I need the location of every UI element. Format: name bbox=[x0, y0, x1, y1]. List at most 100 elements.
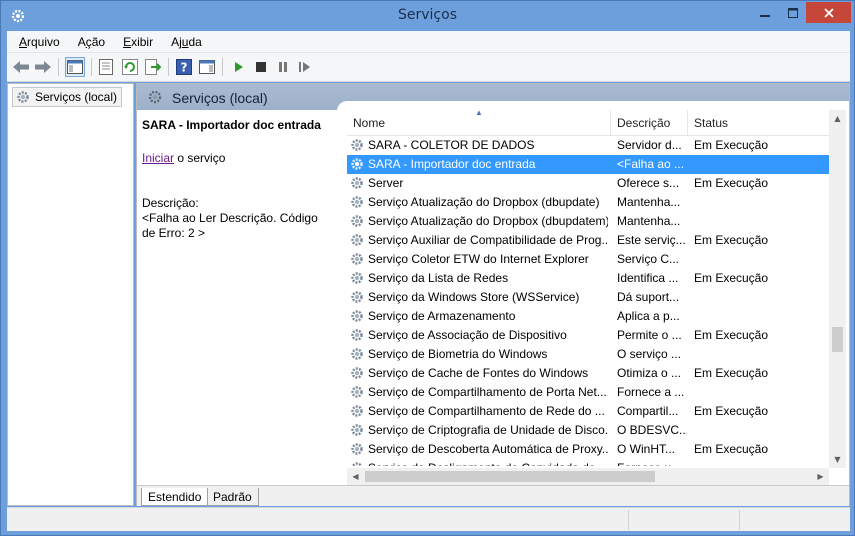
column-header-description[interactable]: Descrição bbox=[611, 110, 688, 136]
restart-service-button[interactable] bbox=[295, 57, 315, 77]
vertical-scroll-thumb[interactable] bbox=[832, 327, 843, 352]
play-icon bbox=[235, 62, 243, 72]
table-row[interactable]: Serviço Atualização do Dropbox (dbupdate… bbox=[347, 193, 830, 212]
menu-label: A bbox=[77, 34, 86, 49]
table-row[interactable]: Serviço de Armazenamento Aplica a p... bbox=[347, 307, 830, 326]
service-gear-icon bbox=[350, 461, 364, 466]
description-text: <Falha ao Ler Descrição. Código de Erro:… bbox=[142, 211, 318, 240]
services-gear-icon bbox=[147, 89, 163, 108]
back-button[interactable] bbox=[11, 57, 31, 77]
services-gear-icon bbox=[16, 90, 30, 107]
start-service-link[interactable]: Iniciar bbox=[142, 151, 174, 165]
service-gear-icon bbox=[350, 252, 364, 269]
minimize-icon bbox=[760, 14, 770, 17]
horizontal-scroll-thumb[interactable] bbox=[365, 471, 655, 482]
stop-icon bbox=[256, 62, 266, 72]
forward-icon bbox=[35, 61, 51, 73]
service-status-cell: Em Execução bbox=[694, 138, 769, 152]
service-gear-icon bbox=[350, 423, 364, 440]
service-gear-icon bbox=[350, 309, 364, 326]
service-description-cell: Aplica a p... bbox=[617, 309, 680, 323]
service-name-cell: Serviço de Armazenamento bbox=[368, 309, 516, 323]
status-divider bbox=[739, 510, 740, 530]
menu-arquivo[interactable]: Arquivo bbox=[13, 35, 66, 49]
help-button[interactable]: ? bbox=[174, 57, 194, 77]
export-list-button[interactable] bbox=[143, 57, 163, 77]
properties-button[interactable] bbox=[96, 57, 116, 77]
service-gear-icon bbox=[350, 176, 364, 193]
table-row[interactable]: Serviço Atualização do Dropbox (dbupdate… bbox=[347, 212, 830, 231]
scroll-left-arrow-icon[interactable]: ◀ bbox=[347, 468, 364, 485]
table-row[interactable]: Serviço Coletor ETW do Internet Explorer… bbox=[347, 250, 830, 269]
toolbar-separator bbox=[168, 58, 169, 76]
scroll-right-arrow-icon[interactable]: ▶ bbox=[812, 468, 829, 485]
tab-extended[interactable]: Estendido bbox=[141, 488, 209, 506]
properties-icon bbox=[99, 59, 113, 75]
show-action-pane-button[interactable] bbox=[197, 57, 217, 77]
column-header-name[interactable]: ▲ Nome bbox=[347, 108, 611, 136]
help-icon: ? bbox=[176, 59, 192, 75]
forward-button[interactable] bbox=[33, 57, 53, 77]
toolbar-separator bbox=[91, 58, 92, 76]
service-gear-icon bbox=[350, 442, 364, 459]
menu-exibir[interactable]: Exibir bbox=[117, 35, 159, 49]
tab-label: Padrão bbox=[213, 489, 252, 504]
table-row[interactable]: Serviço de Compartilhamento de Porta Net… bbox=[347, 383, 830, 402]
service-status-cell: Em Execução bbox=[694, 233, 769, 247]
pause-service-button[interactable] bbox=[273, 57, 293, 77]
service-gear-icon bbox=[350, 385, 364, 402]
minimize-button[interactable] bbox=[751, 2, 779, 23]
table-row[interactable]: Serviço da Lista de Redes Identifica ... E… bbox=[347, 269, 830, 288]
table-row[interactable]: SARA - COLETOR DE DADOS Servidor d... Em E… bbox=[347, 136, 830, 155]
table-row[interactable]: Server Oferece s... Em Execução bbox=[347, 174, 830, 193]
table-row[interactable]: SARA - Importador doc entrada <Falha ao .… bbox=[347, 155, 830, 174]
action-pane-icon bbox=[199, 60, 215, 74]
services-rows: SARA - COLETOR DE DADOS Servidor d... Em E… bbox=[347, 136, 830, 466]
service-status-cell: Em Execução bbox=[694, 176, 769, 190]
title-bar[interactable]: Serviços bbox=[1, 1, 854, 31]
menu-ajuda[interactable]: Ajuda bbox=[165, 35, 208, 49]
menu-label: ão bbox=[91, 34, 106, 49]
table-row[interactable]: Serviço de Criptografia de Unidade de Di… bbox=[347, 421, 830, 440]
refresh-button[interactable] bbox=[120, 57, 140, 77]
service-gear-icon bbox=[350, 366, 364, 383]
show-hide-console-tree-button[interactable] bbox=[65, 57, 85, 77]
service-status-cell: Em Execução bbox=[694, 404, 769, 418]
restart-icon bbox=[299, 62, 310, 72]
scroll-up-arrow-icon[interactable]: ▲ bbox=[829, 110, 846, 127]
tree-item-services-local[interactable]: Serviços (local) bbox=[12, 87, 123, 107]
results-title: Serviços (local) bbox=[172, 90, 268, 106]
vertical-scrollbar[interactable]: ▲ ▼ bbox=[829, 110, 846, 468]
service-name-cell: Serviço de Desligamento de Convidado de … bbox=[368, 461, 608, 466]
table-row[interactable]: Serviço Auxiliar de Compatibilidade de P… bbox=[347, 231, 830, 250]
service-description-cell: Serviço C... bbox=[617, 252, 680, 266]
table-row[interactable]: Serviço de Cache de Fontes do Windows Oti… bbox=[347, 364, 830, 383]
start-service-button[interactable] bbox=[229, 57, 249, 77]
maximize-icon bbox=[787, 7, 798, 18]
maximize-button[interactable] bbox=[779, 2, 806, 23]
service-status-cell: Em Execução bbox=[694, 366, 769, 380]
refresh-icon bbox=[122, 59, 138, 75]
status-bar bbox=[7, 507, 850, 531]
description-label: Descrição: bbox=[142, 196, 199, 210]
stop-service-button[interactable] bbox=[251, 57, 271, 77]
table-row[interactable]: Serviço de Descoberta Automática de Prox… bbox=[347, 440, 830, 459]
table-row[interactable]: Serviço de Desligamento de Convidado de … bbox=[347, 459, 830, 466]
selected-service-name: SARA - Importador doc entrada bbox=[142, 118, 321, 132]
menu-label-accel: E bbox=[123, 34, 132, 49]
service-name-cell: Serviço de Associação de Dispositivo bbox=[368, 328, 567, 342]
table-row[interactable]: Serviço de Associação de Dispositivo Perm… bbox=[347, 326, 830, 345]
table-row[interactable]: Serviço de Biometria do Windows O serviço… bbox=[347, 345, 830, 364]
scroll-down-arrow-icon[interactable]: ▼ bbox=[829, 451, 846, 468]
table-row[interactable]: Serviço da Windows Store (WSService) Dá s… bbox=[347, 288, 830, 307]
close-button[interactable] bbox=[806, 2, 851, 23]
column-header-row: ▲ Nome Descrição Status bbox=[347, 108, 830, 136]
pause-icon bbox=[279, 62, 287, 72]
service-description-cell: Servidor d... bbox=[617, 138, 682, 152]
table-row[interactable]: Serviço de Compartilhamento de Rede do .… bbox=[347, 402, 830, 421]
column-header-status[interactable]: Status bbox=[688, 110, 830, 136]
service-gear-icon bbox=[350, 195, 364, 212]
menu-acao[interactable]: Ação bbox=[72, 35, 111, 49]
tab-standard[interactable]: Padrão bbox=[207, 488, 259, 506]
horizontal-scrollbar[interactable]: ◀ ▶ bbox=[347, 468, 829, 485]
